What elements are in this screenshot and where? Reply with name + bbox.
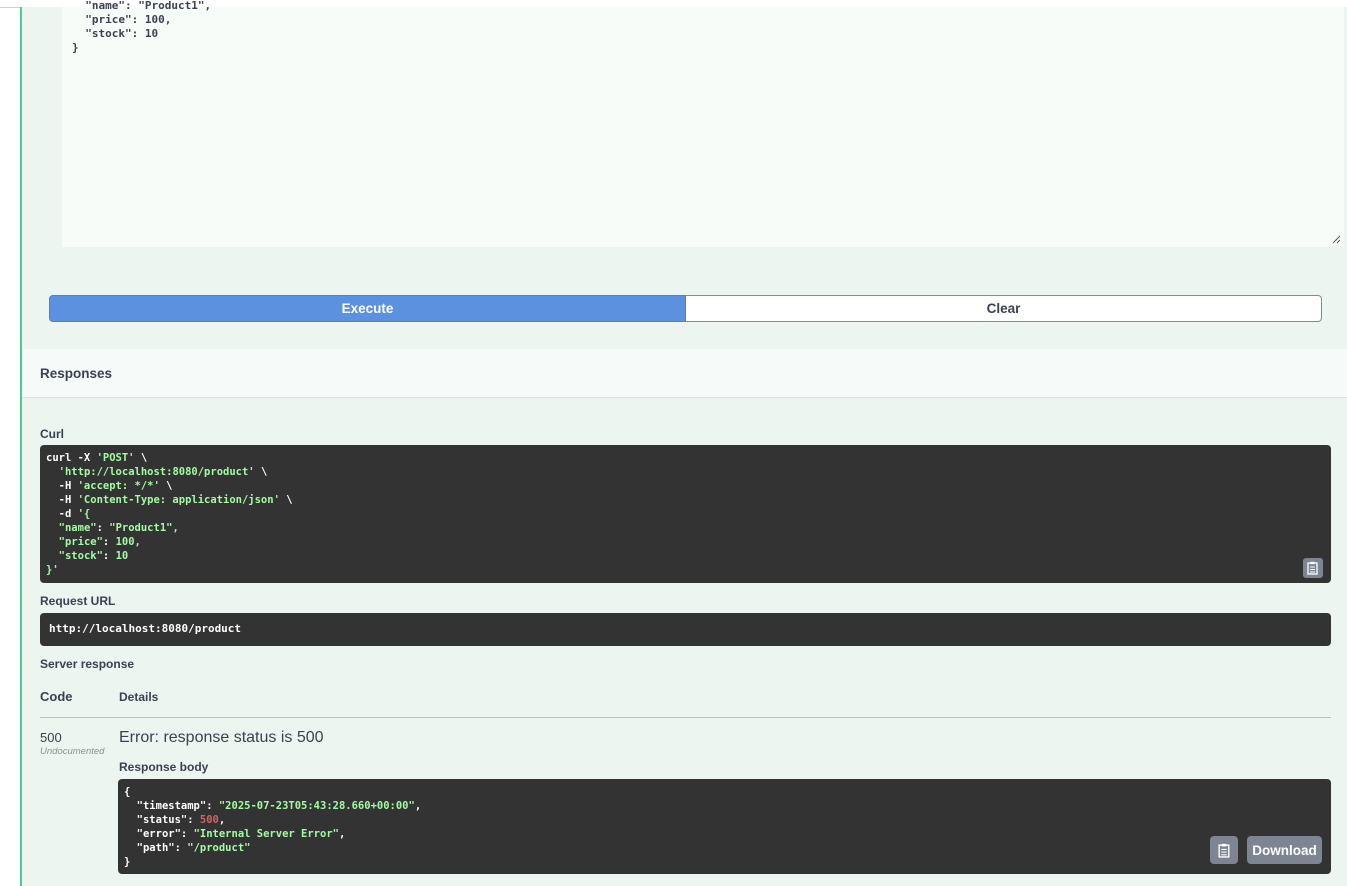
- response-body-box: { "timestamp": "2025-07-23T05:43:28.660+…: [118, 779, 1331, 874]
- curl-label: Curl: [40, 427, 64, 441]
- response-code: 500: [40, 730, 62, 745]
- execute-button[interactable]: Execute: [49, 295, 686, 322]
- request-body-text: "name": "Product1", "price": 100, "stock…: [72, 0, 211, 55]
- download-button[interactable]: Download: [1247, 836, 1322, 864]
- responses-title: Responses: [40, 366, 113, 381]
- request-body-line: "price": 100,: [72, 13, 172, 26]
- header-divider: [40, 717, 1331, 718]
- curl-code: curl -X 'POST' \ 'http://localhost:8080/…: [46, 452, 293, 576]
- undocumented-label: Undocumented: [40, 746, 105, 757]
- execute-clear-row: Execute Clear: [49, 295, 1322, 322]
- request-body-line: "stock": 10: [72, 27, 159, 40]
- details-column-header: Details: [119, 690, 159, 704]
- response-body-label: Response body: [119, 760, 209, 774]
- curl-codebox: curl -X 'POST' \ 'http://localhost:8080/…: [40, 445, 1331, 583]
- request-body-textarea[interactable]: "name": "Product1", "price": 100, "stock…: [62, 0, 1344, 247]
- copy-curl-button[interactable]: [1303, 558, 1323, 578]
- request-url-label: Request URL: [40, 594, 116, 608]
- response-body-code: { "timestamp": "2025-07-23T05:43:28.660+…: [124, 786, 422, 868]
- request-url-box: http://localhost:8080/product: [40, 613, 1331, 646]
- error-message: Error: response status is 500: [119, 729, 324, 746]
- request-body-line: }: [72, 41, 79, 54]
- server-response-label: Server response: [40, 657, 135, 671]
- clipboard-icon: [1307, 561, 1318, 575]
- code-column-header: Code: [40, 689, 73, 704]
- clipboard-icon: [1217, 843, 1229, 858]
- responses-header: Responses: [22, 349, 1347, 398]
- clear-button[interactable]: Clear: [686, 295, 1322, 322]
- resize-handle-icon[interactable]: [1332, 235, 1341, 244]
- request-url-value: http://localhost:8080/product: [49, 622, 242, 635]
- copy-response-button[interactable]: [1210, 836, 1238, 864]
- request-body-line: "name": "Product1",: [72, 0, 212, 12]
